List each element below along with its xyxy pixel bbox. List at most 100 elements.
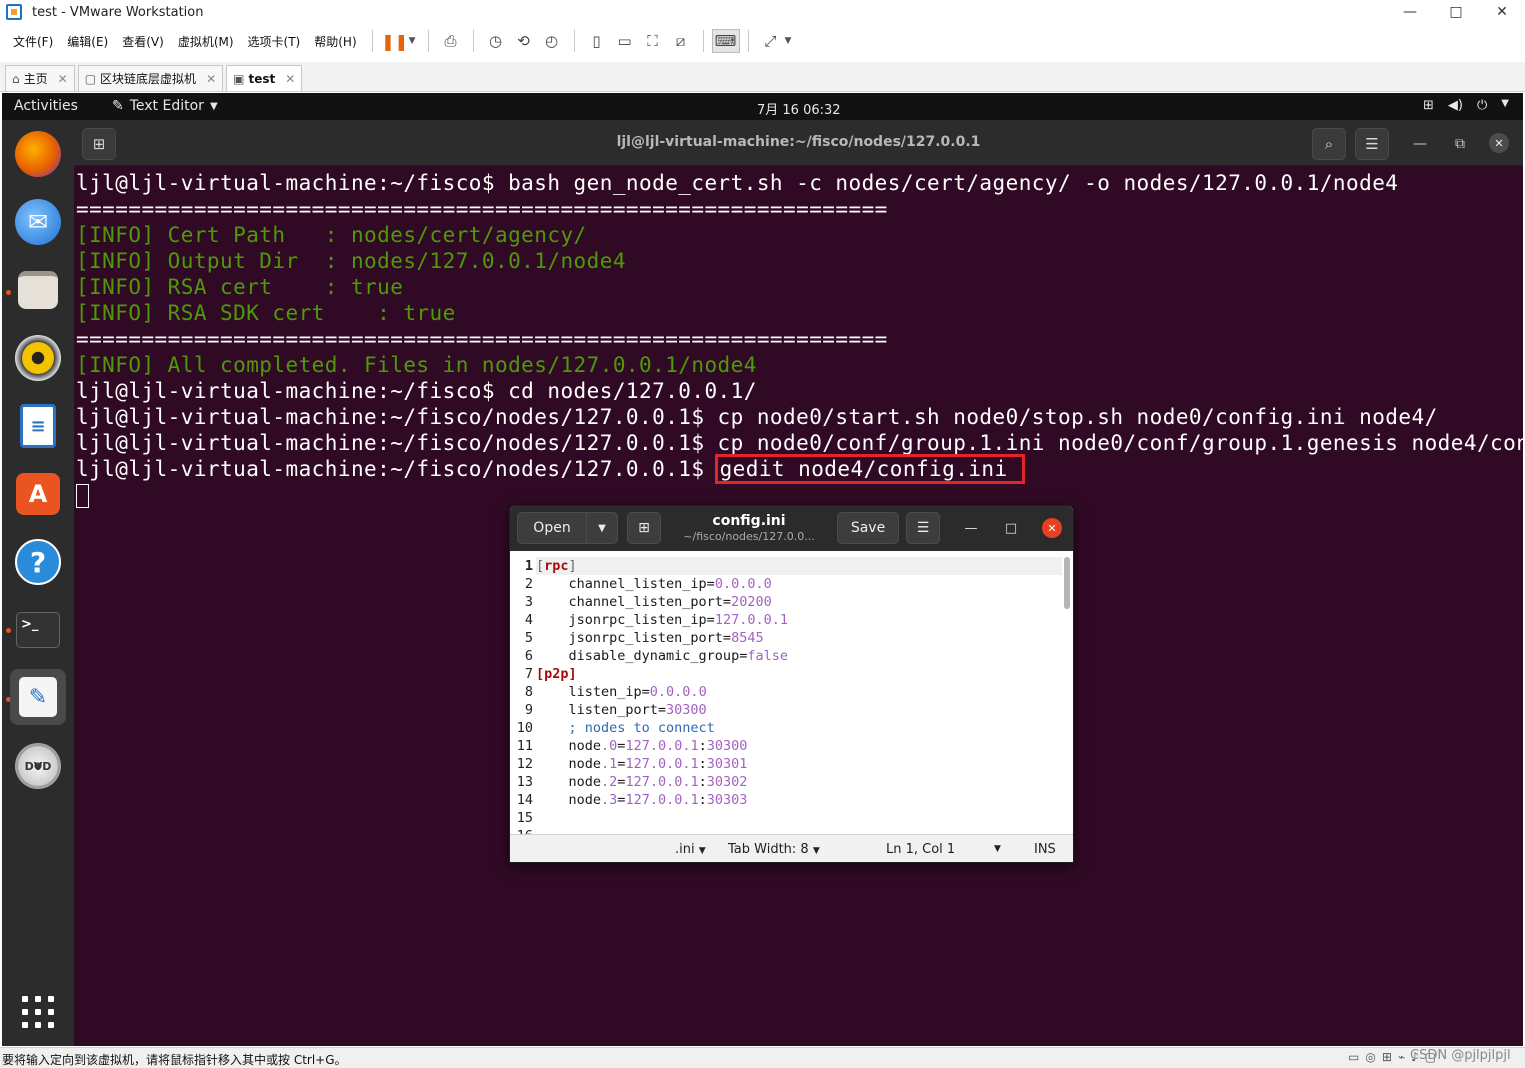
console-icon[interactable]: ⌨ (711, 29, 740, 53)
maximize-button[interactable]: ⧉ (1448, 132, 1472, 156)
language-selector[interactable]: .ini ▼ (675, 842, 706, 857)
code-token: listen_port= (536, 702, 667, 718)
chevron-down-icon: ▼ (1501, 98, 1509, 109)
code-token: 30300 (666, 702, 707, 718)
snapshot-icon[interactable]: ◷ (482, 29, 510, 53)
unity-icon[interactable]: ⧄ (667, 29, 695, 53)
hard-disk-icon[interactable]: ▭ (1348, 1050, 1359, 1064)
terminal-line: ========================================… (76, 197, 888, 221)
code-token: rpc (544, 558, 569, 574)
cd-icon[interactable]: ◎ (1365, 1050, 1375, 1064)
dock-dvd[interactable]: DVD (10, 738, 66, 794)
console-view-icon[interactable]: ▭ (611, 29, 639, 53)
clock[interactable]: 7月 16 06:32 (757, 99, 841, 118)
menu-edit[interactable]: 编辑(E) (60, 33, 115, 50)
terminal-output[interactable]: ljl@ljl-virtual-machine:~/fisco$ bash ge… (76, 170, 1525, 508)
search-button[interactable]: ⌕ (1312, 128, 1346, 160)
code-token: 127.0.0.1 (625, 792, 699, 808)
save-button[interactable]: Save (837, 512, 899, 544)
close-button[interactable]: ✕ (1479, 4, 1525, 20)
toolbar-separator (472, 30, 474, 52)
show-applications-button[interactable] (22, 996, 54, 1028)
terminal-line: ========================================… (76, 327, 888, 351)
line-number: 16 (510, 827, 536, 834)
terminal-headerbar: ⊞ ljl@ljl-virtual-machine:~/fisco/nodes/… (74, 120, 1523, 166)
stretch-icon[interactable]: ⤢ (757, 29, 785, 53)
tab-label: 区块链底层虚拟机 (100, 72, 197, 86)
network-adapter-icon[interactable]: ⊞ (1382, 1050, 1392, 1064)
new-tab-button[interactable]: ⊞ (627, 512, 661, 544)
cursor-position[interactable]: Ln 1, Col 1 (886, 842, 955, 857)
menu-button[interactable]: ☰ (906, 512, 940, 544)
tab-blockchain-vm[interactable]: ▢ 区块链底层虚拟机 ✕ (77, 65, 224, 91)
menu-vm[interactable]: 虚拟机(M) (171, 33, 241, 50)
app-menu[interactable]: ✎ Text Editor ▼ (112, 98, 218, 114)
dock-files[interactable] (10, 262, 66, 318)
line-number: 12 (516, 756, 533, 772)
gedit-window[interactable]: Open ▼ ⊞ config.ini ~/fisco/nodes/127.0.… (509, 505, 1074, 863)
dock-writer[interactable]: ≡ (10, 398, 66, 454)
close-button[interactable]: ✕ (1489, 133, 1509, 153)
scrollbar[interactable] (1064, 557, 1070, 609)
code-token: node (536, 738, 602, 754)
usb-icon[interactable]: ⌁ (1398, 1050, 1405, 1064)
line-number: 11 (516, 738, 533, 754)
dock-text-editor[interactable]: ✎ (10, 669, 66, 725)
editor-area[interactable]: 12345678910111213141516 [rpc] channel_li… (510, 551, 1073, 834)
toolbar-separator (573, 30, 575, 52)
restore-snapshot-icon[interactable]: ⟲ (510, 29, 538, 53)
tab-width-selector[interactable]: Tab Width: 8 ▼ (728, 842, 820, 857)
maximize-button[interactable]: □ (1000, 517, 1022, 539)
minimize-button[interactable]: — (1408, 132, 1432, 156)
help-icon: ? (15, 539, 61, 585)
terminal-icon: >_ (16, 612, 60, 648)
open-button[interactable]: Open (517, 512, 587, 544)
send-keys-icon[interactable]: ⎙ (437, 29, 465, 53)
menu-view[interactable]: 查看(V) (115, 33, 171, 50)
dock-terminal[interactable]: >_ (10, 602, 66, 658)
close-button[interactable]: ✕ (1042, 518, 1062, 538)
dock-rhythmbox[interactable] (10, 330, 66, 386)
menu-help[interactable]: 帮助(H) (307, 33, 363, 50)
tab-home[interactable]: ⌂ 主页 ✕ (5, 65, 75, 91)
code-token: 30302 (706, 774, 748, 790)
code-line: channel_listen_port=20200 (536, 593, 1062, 611)
code-token: 30301 (706, 756, 748, 772)
activities-button[interactable]: Activities (14, 98, 78, 114)
dock-software[interactable]: A (10, 466, 66, 522)
code-line: node.3=127.0.0.1:30303 (536, 791, 1062, 809)
vm-icon: ▢ (84, 71, 97, 86)
insert-mode[interactable]: INS (1034, 842, 1056, 857)
dock-help[interactable]: ? (10, 534, 66, 590)
minimize-button[interactable]: — (960, 517, 982, 539)
chevron-down-icon[interactable]: ▼ (994, 844, 1001, 854)
menu-button[interactable]: ☰ (1355, 128, 1389, 160)
terminal-line: [INFO] All completed. Files in nodes/127… (76, 353, 757, 377)
snapshot-manager-icon[interactable]: ◴ (538, 29, 566, 53)
maximize-button[interactable]: □ (1433, 4, 1479, 20)
dock-firefox[interactable] (10, 126, 66, 182)
terminal-line: [INFO] Cert Path : nodes/cert/agency/ (76, 223, 587, 247)
chevron-down-icon[interactable]: ▼ (785, 36, 792, 46)
minimize-button[interactable]: — (1387, 4, 1433, 20)
menu-tabs[interactable]: 选项卡(T) (241, 33, 308, 50)
system-tray[interactable]: ⊞ ◀) ⏻ ▼ (1423, 98, 1509, 113)
open-recent-dropdown[interactable]: ▼ (586, 512, 618, 544)
code-view[interactable]: [rpc] channel_listen_ip=0.0.0.0 channel_… (536, 557, 1062, 834)
fullscreen-icon[interactable]: ⛶ (639, 29, 667, 53)
vm-icon: ▣ (233, 71, 245, 86)
close-icon[interactable]: ✕ (58, 72, 68, 86)
chevron-down-icon[interactable]: ▼ (409, 36, 416, 46)
close-icon[interactable]: ✕ (206, 72, 216, 86)
tab-test[interactable]: ▣ test ✕ (226, 65, 303, 91)
pause-icon[interactable]: ❚❚ (381, 29, 409, 53)
sidebar-toggle-icon[interactable]: ▯ (583, 29, 611, 53)
window-title: test - VMware Workstation (32, 4, 204, 20)
code-token: channel_listen_ip= (536, 576, 715, 592)
menu-file[interactable]: 文件(F) (6, 33, 60, 50)
close-icon[interactable]: ✕ (285, 72, 295, 86)
line-number: 7 (524, 666, 533, 682)
dock-thunderbird[interactable]: ✉ (10, 194, 66, 250)
vmware-logo-icon (6, 4, 22, 20)
status-message: 要将输入定向到该虚拟机，请将鼠标指针移入其中或按 Ctrl+G。 (2, 1053, 347, 1067)
